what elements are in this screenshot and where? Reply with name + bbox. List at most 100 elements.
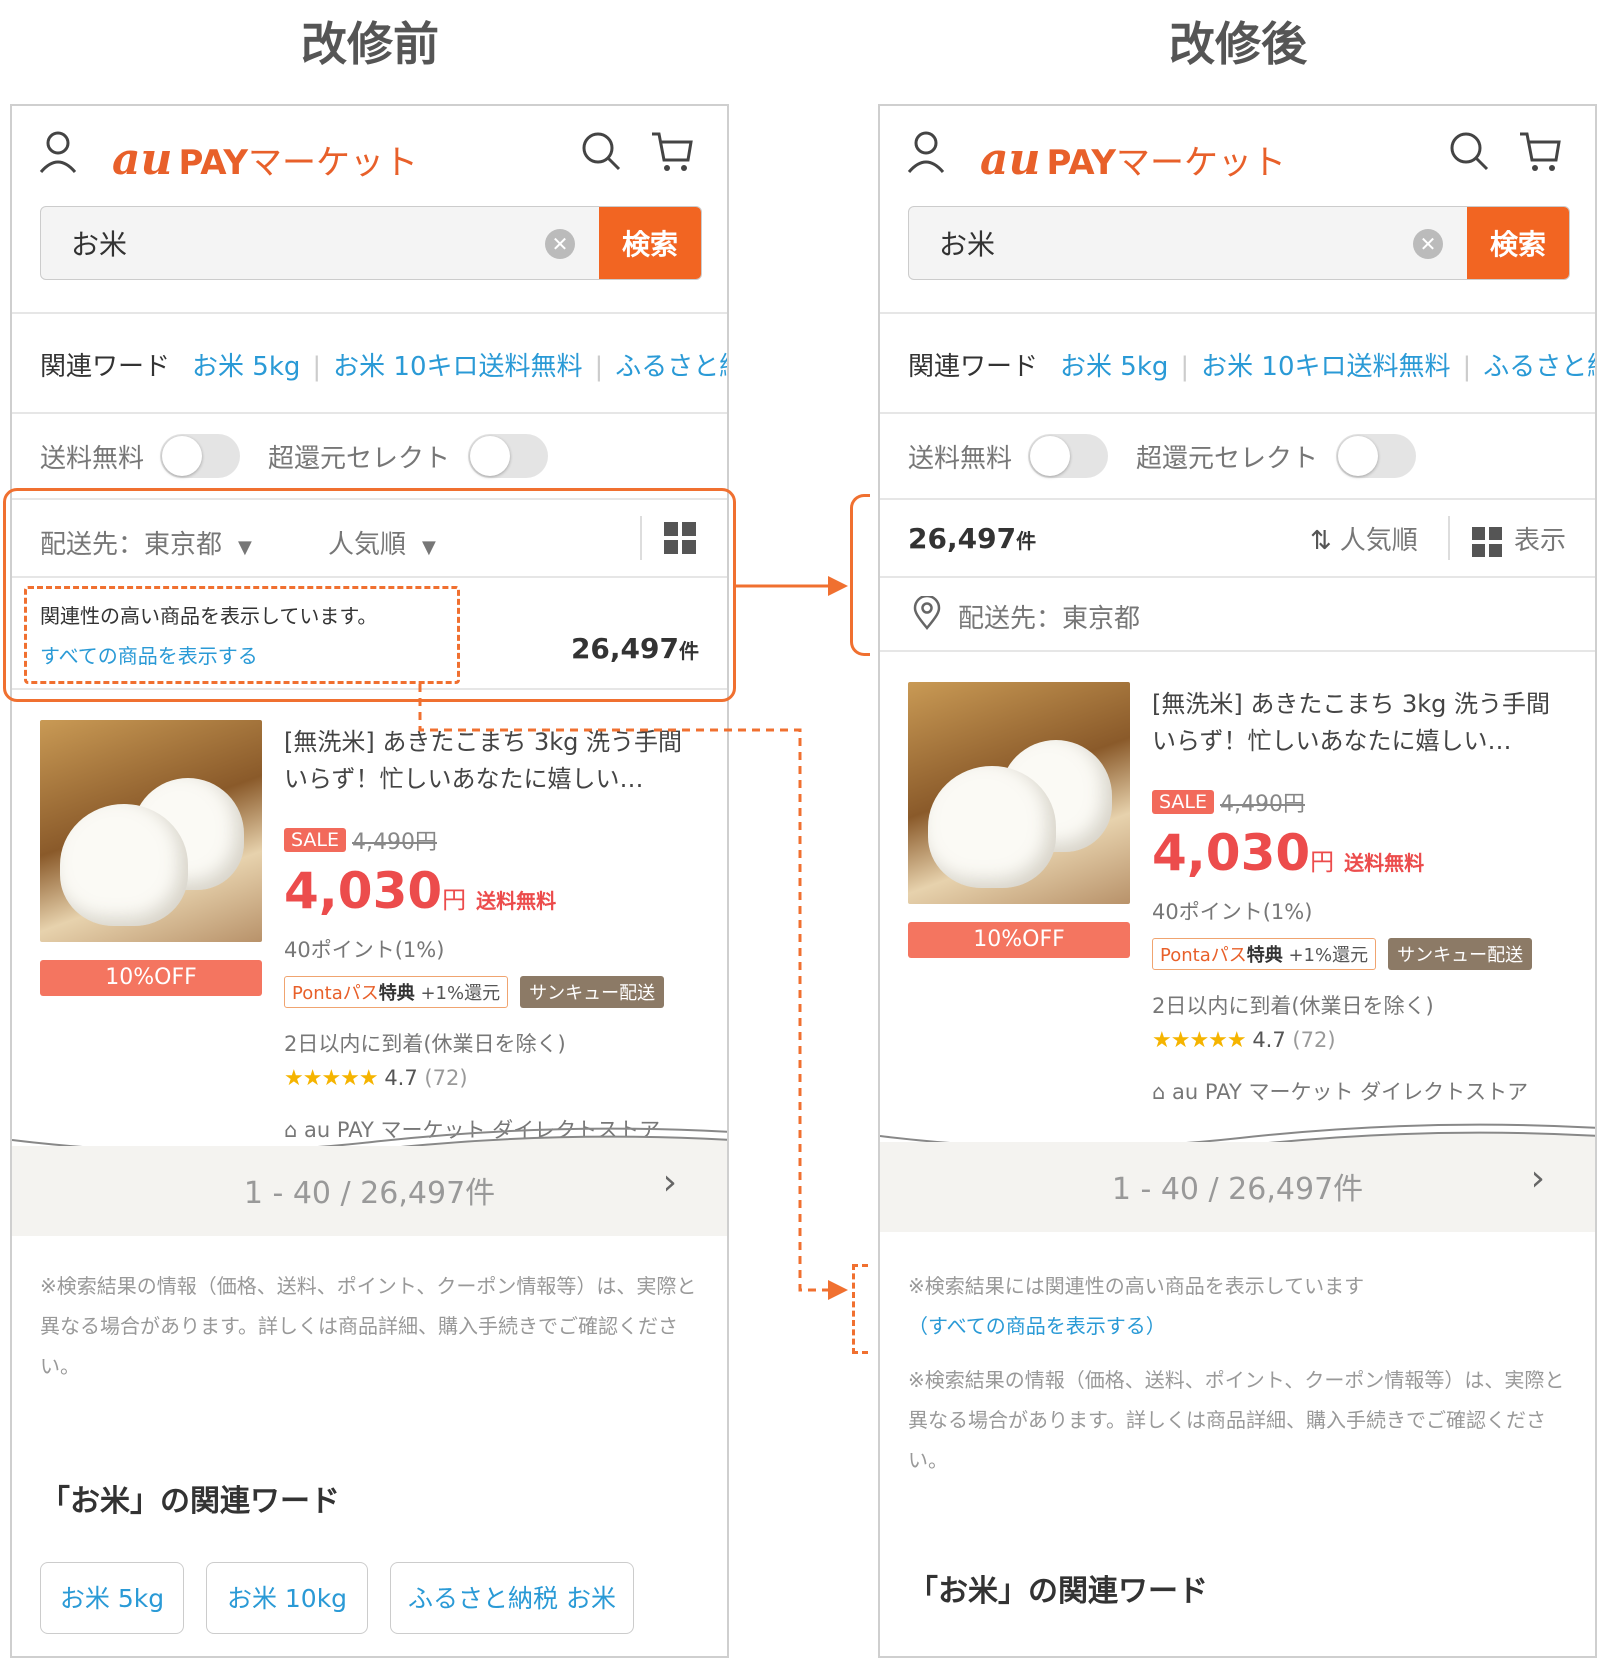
sale-row: SALE 4,490円 [1152,786,1305,818]
pagination: 1 - 40 / 26,497件 › [880,1142,1595,1232]
display-button[interactable]: 表示 [1472,520,1566,557]
product-title[interactable]: [無洗米] あきたこまち 3kg 洗う手間いらず！忙しいあなたに嬉しい… [284,724,704,798]
disclaimer-text: ※検索結果の情報（価格、送料、ポイント、クーポン情報等）は、実際と異なる場合があ… [908,1368,1565,1472]
original-price: 4,490円 [1220,792,1305,817]
divider [880,576,1595,578]
search-bar: ✕ 検索 [908,206,1570,280]
sale-row: SALE 4,490円 [284,824,437,856]
free-shipping-toggle[interactable] [1028,434,1108,478]
original-price: 4,490円 [352,830,437,855]
phone-before: auPAYマーケット ✕ 検索 関連ワードお米 5kg|お米 10キロ送料無料|… [10,104,729,1658]
ponta-badge: Pontaパス特典 +1%還元 [284,976,509,1008]
free-shipping-toggle[interactable] [160,434,240,478]
related-link[interactable]: ふるさと納 [1483,352,1595,382]
search-button[interactable]: 検索 [599,207,701,279]
related-chip[interactable]: ふるさと納税 お米 [390,1562,634,1634]
chevron-right-icon[interactable]: › [1531,1158,1545,1199]
sale-badge: SALE [284,828,347,852]
thanks-shipping-badge: サンキュー配送 [1388,938,1533,970]
related-link[interactable]: お米 5kg [192,352,300,382]
dashed-bracket-after [852,1264,868,1354]
free-shipping-label: 送料無料 [908,444,1013,474]
clear-icon[interactable]: ✕ [545,229,575,259]
divider [12,576,727,578]
phone-after: auPAYマーケット ✕ 検索 関連ワードお米 5kg|お米 10キロ送料無料|… [878,104,1597,1658]
related-words-row: 関連ワードお米 5kg|お米 10キロ送料無料|ふるさと納 [40,346,727,383]
super-select-toggle[interactable] [1336,434,1416,478]
divider [12,498,727,500]
clear-icon[interactable]: ✕ [1413,229,1443,259]
sort-dropdown[interactable]: 人気順 ▼ [328,524,436,561]
relevance-notice: 関連性の高い商品を表示しています。 [40,604,378,628]
rating: ★★★★★ 4.7 (72) [1152,1028,1336,1053]
chevron-down-icon: ▼ [422,537,436,558]
show-all-link[interactable]: すべての商品を表示する [40,640,258,669]
grid-view-icon[interactable] [664,522,696,554]
result-count: 26,497件 [570,632,699,665]
search-input[interactable] [41,207,601,279]
related-section-title: 「お米」の関連ワード [40,1484,340,1519]
related-section-title: 「お米」の関連ワード [908,1574,1208,1609]
user-icon[interactable] [906,130,946,174]
search-bar: ✕ 検索 [40,206,702,280]
related-link[interactable]: お米 10キロ送料無料 [333,352,582,382]
chevron-right-icon[interactable]: › [663,1162,677,1203]
super-select-label: 超還元セレクト [1136,444,1319,474]
result-count: 26,497件 [908,522,1037,555]
heading-after: 改修後 [1169,17,1307,71]
discount-badge: 10%OFF [908,922,1130,958]
destination-dropdown[interactable]: 配送先：東京都 ▼ [40,524,252,561]
badges-row: Pontaパス特典 +1%還元 サンキュー配送 [1152,938,1533,970]
cart-icon[interactable] [1518,130,1562,174]
destination-label[interactable]: 配送先：東京都 [958,598,1140,635]
pagination-text: 1 - 40 / 26,497件 [1111,1172,1364,1207]
related-label: 関連ワード [908,352,1039,382]
product-price: 4,030円 送料無料 [1152,824,1425,882]
divider [12,688,727,690]
product-image[interactable] [40,720,262,942]
sale-badge: SALE [1152,790,1215,814]
product-image[interactable] [908,682,1130,904]
related-chip[interactable]: お米 5kg [40,1562,184,1634]
related-label: 関連ワード [40,352,171,382]
delivery-info: 2日以内に到着(休業日を除く) [284,1032,566,1056]
points: 40ポイント(1%) [284,938,445,962]
divider [1448,516,1450,560]
related-chip[interactable]: お米 10kg [206,1562,368,1634]
super-select-label: 超還元セレクト [268,444,451,474]
related-link[interactable]: お米 10キロ送料無料 [1201,352,1450,382]
heading-before: 改修前 [301,17,439,71]
divider [880,650,1595,652]
site-logo[interactable]: au PAYマーケット [980,134,1286,185]
search-icon[interactable] [1448,130,1490,172]
star-rating-icon: ★★★★★ [1152,1028,1247,1053]
grid-view-icon [1472,526,1502,557]
star-rating-icon: ★★★★★ [284,1066,379,1091]
badges-row: Pontaパス特典 +1%還元 サンキュー配送 [284,976,665,1008]
points: 40ポイント(1%) [1152,900,1313,924]
thanks-shipping-badge: サンキュー配送 [520,976,665,1008]
divider [880,498,1595,500]
show-all-link[interactable]: （すべての商品を表示する） [908,1306,1568,1346]
super-select-toggle[interactable] [468,434,548,478]
ponta-badge: Pontaパス特典 +1%還元 [1152,938,1377,970]
search-icon[interactable] [580,130,622,172]
chevron-down-icon: ▼ [238,537,252,558]
related-words-row: 関連ワードお米 5kg|お米 10キロ送料無料|ふるさと納 [908,346,1595,383]
product-title[interactable]: [無洗米] あきたこまち 3kg 洗う手間いらず！忙しいあなたに嬉しい… [1152,686,1572,760]
relevance-notice: ※検索結果には関連性の高い商品を表示しています [908,1274,1365,1298]
user-icon[interactable] [38,130,78,174]
search-button[interactable]: 検索 [1467,207,1569,279]
rating: ★★★★★ 4.7 (72) [284,1066,468,1091]
divider [12,312,727,314]
related-link[interactable]: ふるさと納 [615,352,727,382]
search-input[interactable] [909,207,1469,279]
store-name[interactable]: ⌂ au PAY マーケット ダイレクトストア [1152,1076,1528,1106]
divider [880,412,1595,414]
pagination: 1 - 40 / 26,497件 › [12,1146,727,1236]
delivery-info: 2日以内に到着(休業日を除く) [1152,994,1434,1018]
site-logo[interactable]: au PAYマーケット [112,134,418,185]
sort-button[interactable]: ⇅ 人気順 [1310,520,1418,557]
related-link[interactable]: お米 5kg [1060,352,1168,382]
cart-icon[interactable] [650,130,694,174]
